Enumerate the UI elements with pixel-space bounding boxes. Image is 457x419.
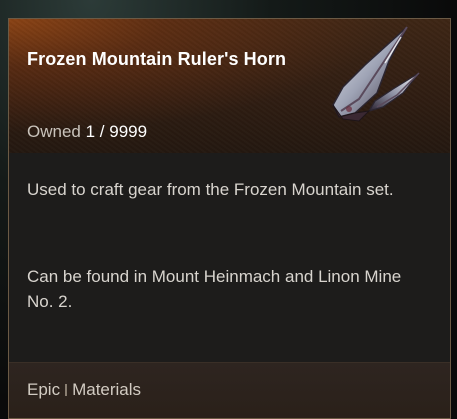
item-category: Materials (72, 380, 142, 399)
separator (65, 384, 68, 396)
owned-count: Owned 1 / 9999 (27, 122, 147, 142)
item-rarity: Epic (27, 380, 61, 399)
frozen-horn-icon (332, 26, 420, 122)
owned-value: 1 / 9999 (85, 122, 148, 141)
tooltip-body: Used to craft gear from the Frozen Mount… (9, 153, 450, 362)
item-description-crafting: Used to craft gear from the Frozen Mount… (27, 180, 394, 199)
tooltip-footer: Epic Materials (9, 362, 450, 418)
item-title: Frozen Mountain Ruler's Horn (27, 49, 287, 69)
item-classification: Epic Materials (27, 380, 141, 400)
item-tooltip: Frozen Mountain Ruler's Horn Owned 1 / 9… (8, 18, 451, 419)
item-description-source: Can be found in Mount Heinmach and Linon… (27, 267, 402, 311)
owned-label: Owned (27, 122, 81, 141)
